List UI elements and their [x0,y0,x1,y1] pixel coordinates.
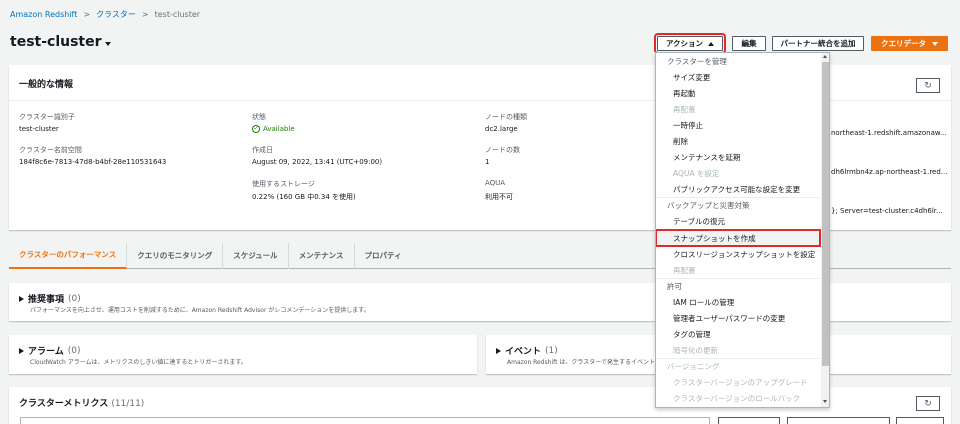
recommendations-toggle[interactable]: 推奨事項 (0) [19,292,81,305]
metrics-option-button[interactable] [896,417,944,424]
tab-properties[interactable]: プロパティ [355,243,412,269]
status-text: Available [263,125,295,133]
partner-button-label: パートナー統合を追加 [780,39,856,48]
metrics-title: クラスターメトリクス (11/11) [19,396,144,409]
expand-icon [19,347,24,354]
node-count-value: 1 [485,158,490,166]
metrics-count: (11/11) [111,399,145,409]
query-button-label: クエリデータ [881,39,926,48]
tab-cluster-performance[interactable]: クラスターのパフォーマンス [9,242,128,269]
menu-group-permissions: 許可 [667,281,682,291]
status-label: 状態 [252,113,266,121]
menu-item-resize[interactable]: サイズ変更 [656,69,820,85]
menu-item-change-admin-password[interactable]: 管理者ユーザーパスワードの変更 [656,310,820,326]
menu-item-relocate-2: 再配置 [673,265,696,275]
created-value: August 09, 2022, 13:41 (UTC+09:00) [252,158,383,166]
events-count: (1) [545,345,558,356]
menu-item-upgrade-version: クラスターバージョンのアップグレード [673,377,808,387]
add-partner-integration-button[interactable]: パートナー統合を追加 [772,36,864,51]
actions-button[interactable]: アクション [654,33,726,54]
query-data-button[interactable]: クエリデータ [871,36,948,51]
chevron-right-icon: > [141,10,149,19]
namespace-value: 184f8c6e-7813-47d8-b4bf-28e110531643 [19,158,167,166]
storage-value: 0.22% (160 GB 中0.34 を使用) [252,193,356,201]
events-title: イベント [505,347,542,357]
metrics-refresh-button[interactable]: ↻ [916,396,940,411]
aqua-value: 利用不可 [485,193,513,201]
recommendations-count: (0) [68,293,81,304]
menu-item-manage-iam-roles[interactable]: IAM ロールの管理 [656,294,820,310]
chevron-right-icon: > [83,10,91,19]
menu-item-defer-maintenance[interactable]: メンテナンスを延期 [656,149,820,165]
metrics-filter-input[interactable] [20,417,710,424]
page-title-text: test-cluster [10,34,102,50]
menu-group-backup: バックアップと災害対策 [667,200,750,210]
menu-item-relocate: 再配置 [673,104,696,114]
namespace-label: クラスター名前空間 [19,146,82,154]
menu-item-public-access[interactable]: パブリックアクセス可能な設定を変更 [656,181,820,197]
actions-dropdown-menu: クラスターを管理 サイズ変更 再起動 再配置 一時停止 削除 メンテナンスを延期… [655,52,830,408]
expand-icon [19,295,24,302]
breadcrumb-redshift-link[interactable]: Amazon Redshift [10,10,77,19]
expand-icon [496,347,501,354]
tab-query-monitoring[interactable]: クエリのモニタリング [127,242,224,269]
check-circle-icon: ✓ [252,125,260,133]
menu-item-restore-table[interactable]: テーブルの復元 [656,213,820,229]
menu-group-manage-cluster: クラスターを管理 [667,56,727,66]
events-toggle[interactable]: イベント (1) [496,344,558,357]
menu-item-rotate-encryption: 暗号化の更新 [673,345,718,355]
breadcrumb-clusters-link[interactable]: クラスター [96,9,136,20]
caret-down-icon [932,41,938,46]
recommendations-desc: パフォーマンスを向上させ、運用コストを削減するために、Amazon Redshi… [30,307,370,314]
menu-item-reboot[interactable]: 再起動 [656,85,820,101]
scroll-up-icon[interactable] [823,55,827,58]
menu-item-delete[interactable]: 削除 [656,133,820,149]
node-type-value: dc2.large [485,125,518,133]
jdbc-url-value: dh6lrmbn4z.ap-northeast-1.red... [831,168,948,176]
alarms-count: (0) [67,345,81,356]
status-value: ✓ Available [252,125,295,133]
odbc-url-value: }; Server=test-cluster.c4dh6lr... [831,207,943,215]
dropdown-scrollbar-thumb[interactable] [822,62,829,366]
events-desc: Amazon Redshift は、クラスターで発生するイベント... [507,359,661,366]
node-count-label: ノードの数 [485,146,520,154]
metrics-title-text: クラスターメトリクス [19,399,109,409]
aqua-label: AQUA [485,179,506,187]
refresh-icon: ↻ [924,398,932,409]
cluster-id-label: クラスター識別子 [19,113,75,121]
storage-label: 使用するストレージ [252,180,315,188]
edit-button[interactable]: 編集 [732,36,766,51]
page-title[interactable]: test-cluster [10,34,111,50]
refresh-icon: ↻ [924,80,932,91]
menu-item-create-snapshot[interactable]: スナップショットを作成 [656,229,821,247]
edit-button-label: 編集 [741,39,757,48]
alarms-title: アラーム [28,347,64,357]
actions-button-label: アクション [665,39,704,48]
refresh-button[interactable]: ↻ [916,78,940,93]
menu-item-configure-aqua: AQUA を設定 [673,168,720,178]
caret-up-icon [708,41,715,46]
cluster-id-value: test-cluster [19,125,59,133]
breadcrumb: Amazon Redshift > クラスター > test-cluster [10,9,200,20]
general-info-title: 一般的な情報 [19,80,74,90]
node-type-label: ノードの種類 [485,113,527,121]
alarms-desc: CloudWatch アラームは、メトリクスのしきい値に達するとトリガーされます… [30,359,247,366]
alarms-toggle[interactable]: アラーム (0) [19,344,80,357]
breadcrumb-current: test-cluster [154,10,201,19]
menu-item-rollback-version: クラスターバージョンのロールバック [673,393,801,403]
menu-item-cross-region-snapshot[interactable]: クロスリージョンスナップショットを設定 [656,246,820,262]
menu-group-versioning: バージョニング [667,361,720,371]
tab-schedule[interactable]: スケジュール [223,242,289,269]
scroll-down-icon[interactable] [823,400,827,403]
menu-item-pause[interactable]: 一時停止 [656,117,820,133]
metrics-option-button[interactable] [787,417,890,424]
menu-item-manage-tags[interactable]: タグの管理 [656,326,820,342]
endpoint-value: northeast-1.redshift.amazonaw... [831,129,947,137]
caret-down-icon[interactable] [104,42,111,46]
created-label: 作成日 [252,146,273,154]
recommendations-title: 推奨事項 [28,295,65,305]
metrics-option-button[interactable] [718,417,780,424]
tab-maintenance[interactable]: メンテナンス [289,242,355,269]
